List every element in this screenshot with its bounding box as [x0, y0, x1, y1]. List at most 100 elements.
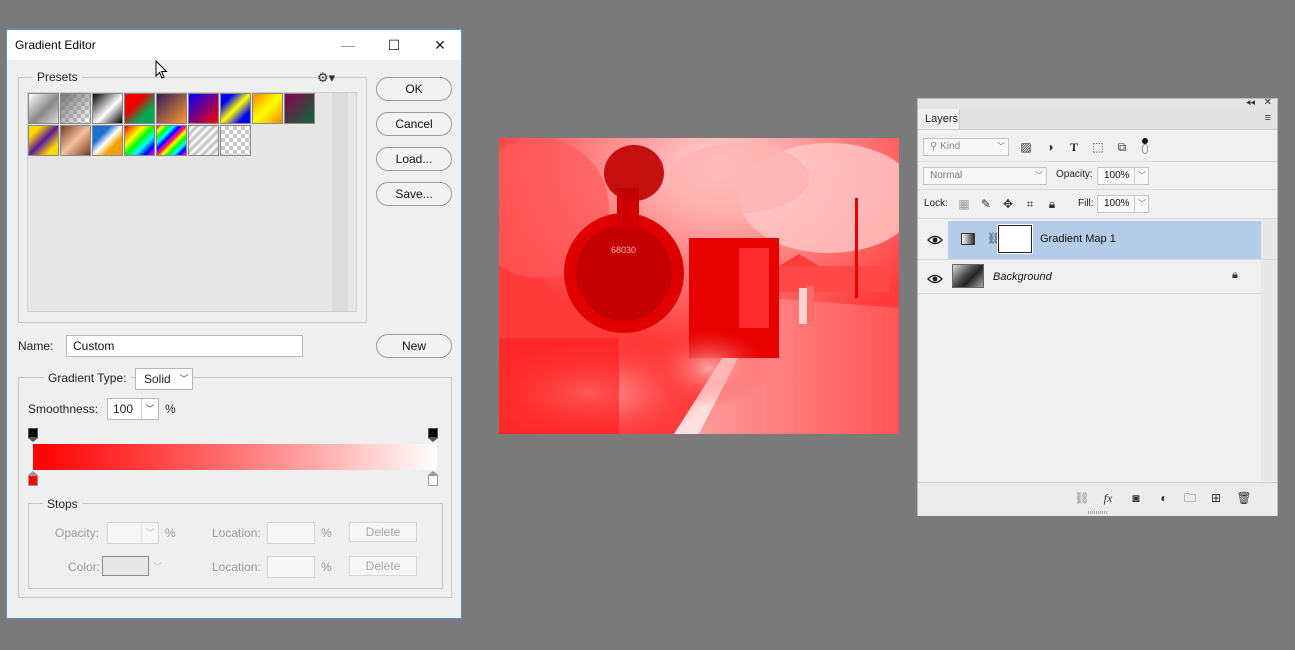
- delete-layer-icon[interactable]: 🗑︎: [1236, 490, 1252, 506]
- color-location-field[interactable]: [267, 556, 315, 578]
- gradient-type-select[interactable]: Solid ﹀: [135, 368, 193, 390]
- preset-neutral-density[interactable]: [220, 125, 251, 156]
- delete-opacity-stop-button[interactable]: Delete: [349, 522, 417, 542]
- document-canvas[interactable]: 68030: [499, 138, 899, 434]
- name-field[interactable]: Custom: [66, 335, 303, 357]
- preset-yellow-violet-orange-blue[interactable]: [28, 125, 59, 156]
- lock-position-icon[interactable]: ✥: [1000, 196, 1016, 212]
- preset-violet-orange[interactable]: [156, 93, 187, 124]
- load-button[interactable]: Load...: [376, 147, 452, 171]
- stop-color-swatch[interactable]: [102, 556, 149, 576]
- presets-scrollbar[interactable]: [332, 93, 348, 311]
- preset-black-white[interactable]: [92, 93, 123, 124]
- mouse-cursor-icon: [155, 60, 168, 79]
- opacity-field[interactable]: 100% ﹀: [1097, 167, 1149, 185]
- gradient-preview-bar[interactable]: [33, 444, 437, 470]
- filter-pixel-icon[interactable]: ▨: [1018, 139, 1034, 155]
- layer-row-gradient-map[interactable]: ⛓︎ Gradient Map 1: [918, 221, 1261, 259]
- maximize-button[interactable]: ☐: [371, 30, 417, 60]
- lock-transparent-pixels-icon[interactable]: ▦: [956, 196, 972, 212]
- collapse-panel-icon[interactable]: ◂◂: [1246, 97, 1255, 108]
- new-button[interactable]: New: [376, 334, 452, 358]
- filter-adjustment-icon[interactable]: ◑: [1042, 139, 1058, 155]
- divider: [918, 189, 1277, 190]
- chevron-down-icon: ﹀: [1134, 168, 1146, 184]
- gradient-editor-dialog: Gradient Editor — ☐ ✕ Presets ⚙▾ OK Canc…: [6, 29, 462, 619]
- opacity-location-unit: %: [321, 526, 332, 540]
- new-adjustment-layer-icon[interactable]: ◐: [1156, 490, 1172, 506]
- close-button[interactable]: ✕: [417, 30, 463, 60]
- chevron-down-icon[interactable]: ﹀: [153, 560, 162, 573]
- preset-violet-green-orange[interactable]: [284, 93, 315, 124]
- stops-legend: Stops: [43, 497, 82, 511]
- dialog-titlebar[interactable]: Gradient Editor — ☐ ✕: [7, 30, 461, 60]
- add-mask-icon[interactable]: ◙: [1128, 490, 1144, 506]
- link-layers-icon[interactable]: ⛓︎: [1074, 490, 1090, 506]
- minimize-button[interactable]: —: [325, 30, 371, 60]
- tab-layers[interactable]: Layers: [918, 109, 960, 129]
- filter-kind-value: Kind: [940, 141, 961, 152]
- preset-orange-yellow-orange[interactable]: [252, 93, 283, 124]
- lock-image-pixels-icon[interactable]: ✎: [978, 196, 994, 212]
- search-icon: ⚲: [930, 141, 941, 152]
- layer-lock-icon[interactable]: 🔒︎: [1232, 269, 1238, 282]
- chevron-down-icon: ﹀: [141, 523, 158, 543]
- smoothness-field[interactable]: 100 ﹀: [107, 398, 159, 420]
- opacity-stop-left[interactable]: [28, 428, 38, 442]
- chevron-down-icon: ﹀: [179, 374, 189, 384]
- ok-button[interactable]: OK: [376, 77, 452, 101]
- blend-mode-value: Normal: [930, 170, 963, 181]
- opacity-location-label: Location:: [212, 526, 261, 540]
- fill-field[interactable]: 100% ﹀: [1097, 195, 1149, 213]
- color-stop-left[interactable]: [28, 471, 38, 486]
- delete-color-stop-button[interactable]: Delete: [349, 556, 417, 576]
- opacity-value: 100%: [1104, 170, 1130, 181]
- layers-panel: ◂◂ ✕ Layers ≡ ⚲ Kind ﹀ ▨ ◑ T ⬚ ⧉ Normal …: [917, 97, 1278, 516]
- filter-shape-icon[interactable]: ⬚: [1090, 139, 1106, 155]
- preset-chrome[interactable]: [92, 125, 123, 156]
- blend-mode-select[interactable]: Normal ﹀: [923, 167, 1047, 185]
- preset-foreground-to-transparent[interactable]: [60, 93, 91, 124]
- cancel-button[interactable]: Cancel: [376, 112, 452, 136]
- panel-header-strip[interactable]: ◂◂ ✕: [918, 97, 1277, 109]
- color-stop-right[interactable]: [428, 471, 438, 486]
- preset-transparent-stripes[interactable]: [188, 125, 219, 156]
- stops-group: [28, 503, 443, 589]
- lock-all-icon[interactable]: 🔒︎: [1044, 196, 1060, 212]
- gradient-type-value: Solid: [144, 372, 171, 386]
- visibility-eye-icon[interactable]: [927, 233, 943, 247]
- opacity-location-field[interactable]: [267, 522, 315, 544]
- dialog-title: Gradient Editor: [15, 38, 96, 52]
- close-panel-icon[interactable]: ✕: [1264, 97, 1272, 108]
- layer-name[interactable]: Gradient Map 1: [1040, 233, 1116, 245]
- save-button[interactable]: Save...: [376, 182, 452, 206]
- layer-mask-thumbnail[interactable]: [997, 224, 1033, 254]
- preset-transparent-rainbow[interactable]: [156, 125, 187, 156]
- preset-blue-yellow-blue[interactable]: [220, 93, 251, 124]
- panel-resize-grip[interactable]: [1088, 511, 1108, 514]
- filter-type-icon[interactable]: T: [1066, 139, 1082, 155]
- preset-foreground-to-background[interactable]: [28, 93, 59, 124]
- preset-red-green[interactable]: [124, 93, 155, 124]
- preset-copper[interactable]: [60, 125, 91, 156]
- filter-toggle-icon[interactable]: [1141, 138, 1149, 154]
- color-location-unit: %: [321, 560, 332, 574]
- preset-spectrum[interactable]: [124, 125, 155, 156]
- gradient-type-label: Gradient Type:: [44, 371, 131, 385]
- gear-icon[interactable]: ⚙▾: [317, 70, 335, 86]
- stop-opacity-field[interactable]: ﹀: [107, 522, 159, 544]
- new-group-icon[interactable]: 🗀︎: [1182, 490, 1198, 506]
- visibility-eye-icon[interactable]: [927, 272, 943, 286]
- layer-name[interactable]: Background: [993, 271, 1052, 283]
- filter-smart-object-icon[interactable]: ⧉: [1114, 139, 1130, 155]
- filter-kind-select[interactable]: ⚲ Kind ﹀: [923, 138, 1009, 156]
- opacity-stop-right[interactable]: [428, 428, 438, 442]
- layer-thumbnail[interactable]: [952, 264, 984, 288]
- new-layer-icon[interactable]: ⊞: [1208, 490, 1224, 506]
- panel-tabbar: [918, 109, 1277, 130]
- fill-label: Fill:: [1078, 198, 1094, 209]
- lock-artboard-icon[interactable]: ⌗: [1022, 196, 1038, 212]
- layer-style-fx-icon[interactable]: fx: [1100, 490, 1116, 506]
- panel-menu-icon[interactable]: ≡: [1265, 112, 1271, 124]
- preset-blue-red-yellow[interactable]: [188, 93, 219, 124]
